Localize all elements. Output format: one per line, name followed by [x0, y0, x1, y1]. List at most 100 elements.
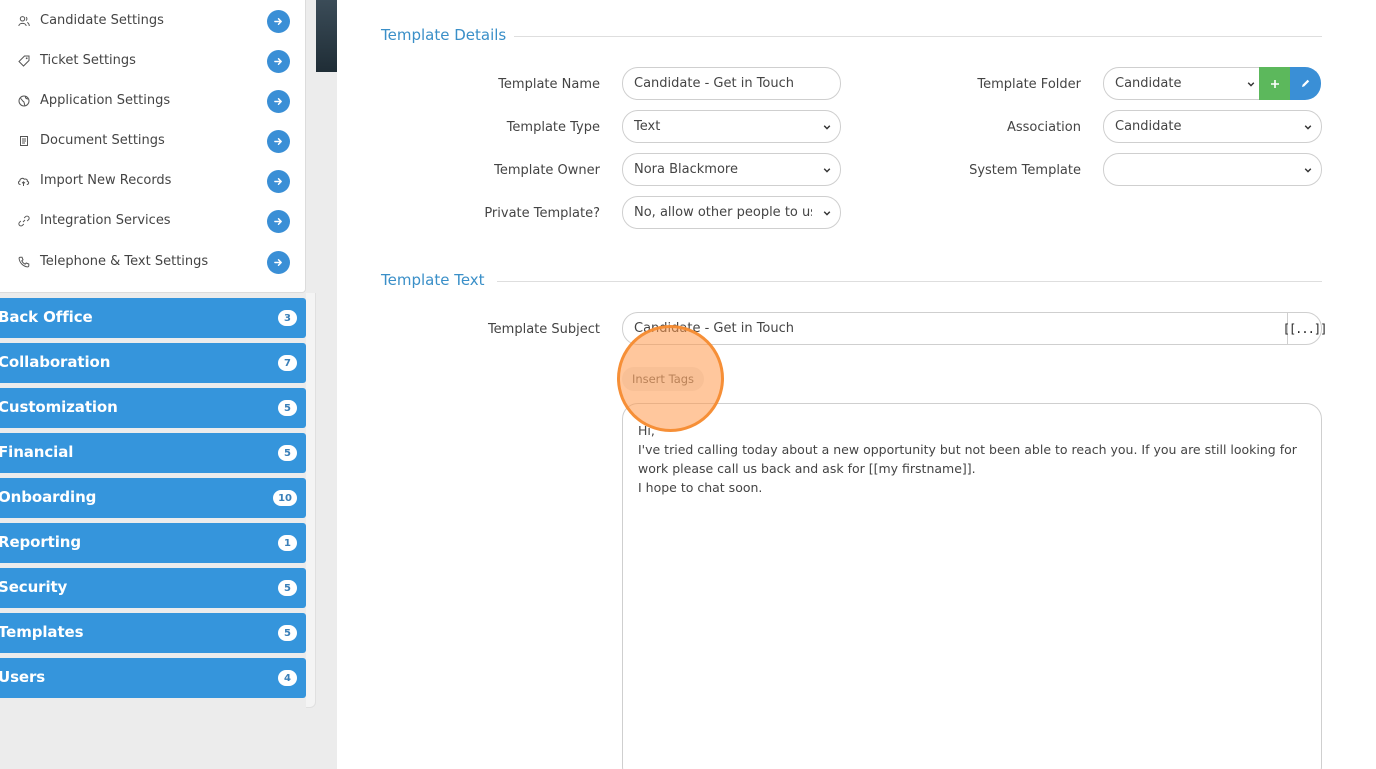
sidebar-item-import-new-records[interactable]: Import New Records: [0, 160, 306, 200]
association-value: Candidate: [1115, 119, 1182, 134]
body-line: Hi,: [638, 423, 655, 438]
template-type-select[interactable]: Text: [622, 110, 841, 143]
template-subject-value: Candidate - Get in Touch: [634, 321, 795, 336]
merge-tags-button[interactable]: [[...]]: [1283, 313, 1327, 344]
sidebar-edge: [306, 293, 316, 708]
chevron-down-icon: [823, 168, 831, 173]
sidebar-category-templates[interactable]: Templates 5: [0, 613, 306, 653]
sidebar-item-ticket-settings[interactable]: Ticket Settings: [0, 40, 306, 80]
chevron-down-icon: [1304, 125, 1312, 130]
category-label: Financial: [0, 443, 74, 461]
arrow-right-icon[interactable]: [267, 251, 290, 274]
count-badge: 3: [278, 310, 297, 326]
private-template-label: Private Template?: [484, 206, 600, 221]
globe-icon: [17, 94, 30, 107]
template-type-value: Text: [634, 119, 661, 134]
insert-tags-button[interactable]: Insert Tags: [622, 367, 704, 391]
users-icon: [17, 14, 30, 27]
sidebar-item-integration-services[interactable]: Integration Services: [0, 200, 306, 240]
sidebar-category-security[interactable]: Security 5: [0, 568, 306, 608]
settings-list: Candidate Settings Ticket Settings Appli…: [0, 0, 306, 293]
section-divider: [497, 281, 1322, 282]
category-label: Users: [0, 668, 46, 686]
count-badge: 5: [278, 625, 297, 641]
sidebar-item-candidate-settings[interactable]: Candidate Settings: [0, 0, 306, 40]
template-type-label: Template Type: [506, 120, 600, 135]
association-select[interactable]: Candidate: [1103, 110, 1322, 143]
sidebar-item-label: Telephone & Text Settings: [40, 253, 209, 269]
sidebar-item-label: Import New Records: [40, 172, 172, 188]
chevron-down-icon: [823, 211, 831, 216]
sidebar-category-customization[interactable]: Customization 5: [0, 388, 306, 428]
section-title-template-details: Template Details: [381, 26, 507, 44]
template-folder-label: Template Folder: [977, 77, 1081, 92]
chevron-down-icon: [823, 125, 831, 130]
arrow-right-icon[interactable]: [267, 170, 290, 193]
sidebar-category-back-office[interactable]: Back Office 3: [0, 298, 306, 338]
template-owner-label: Template Owner: [494, 163, 600, 178]
sidebar-item-document-settings[interactable]: Document Settings: [0, 120, 306, 160]
category-label: Templates: [0, 623, 84, 641]
arrow-right-icon[interactable]: [267, 50, 290, 73]
count-badge: 4: [278, 670, 297, 686]
document-icon: [17, 134, 30, 147]
header-image-strip: [316, 0, 337, 72]
arrow-right-icon[interactable]: [267, 10, 290, 33]
system-template-select[interactable]: [1103, 153, 1322, 186]
template-folder-select[interactable]: Candidate: [1103, 67, 1261, 100]
private-template-value: No, allow other people to use: [634, 205, 812, 220]
edit-folder-button[interactable]: [1290, 67, 1321, 100]
chevron-down-icon: [1304, 168, 1312, 173]
template-name-input[interactable]: Candidate - Get in Touch: [622, 67, 841, 100]
template-owner-value: Nora Blackmore: [634, 162, 738, 177]
sidebar-category-reporting[interactable]: Reporting 1: [0, 523, 306, 563]
sidebar-item-label: Candidate Settings: [40, 12, 164, 28]
sidebar-category-onboarding[interactable]: Onboarding 10: [0, 478, 306, 518]
category-label: Collaboration: [0, 353, 111, 371]
count-badge: 10: [273, 490, 297, 506]
add-folder-button[interactable]: [1259, 67, 1290, 100]
section-title-template-text: Template Text: [381, 271, 485, 289]
count-badge: 5: [278, 400, 297, 416]
arrow-right-icon[interactable]: [267, 130, 290, 153]
section-divider: [514, 36, 1322, 37]
tag-icon: [17, 54, 30, 67]
category-label: Reporting: [0, 533, 81, 551]
system-template-label: System Template: [969, 163, 1081, 178]
body-line: I hope to chat soon.: [638, 480, 763, 495]
category-label: Security: [0, 578, 68, 596]
sidebar-item-label: Application Settings: [40, 92, 171, 108]
link-icon: [17, 214, 30, 227]
category-label: Back Office: [0, 308, 93, 326]
template-owner-select[interactable]: Nora Blackmore: [622, 153, 841, 186]
sidebar-category-collaboration[interactable]: Collaboration 7: [0, 343, 306, 383]
category-label: Customization: [0, 398, 118, 416]
body-line: work please call us back and ask for [[m…: [638, 461, 976, 476]
sidebar-category-users[interactable]: Users 4: [0, 658, 306, 698]
sidebar-item-label: Integration Services: [40, 212, 171, 228]
arrow-right-icon[interactable]: [267, 210, 290, 233]
pencil-icon: [1302, 79, 1310, 87]
private-template-select[interactable]: No, allow other people to use: [622, 196, 841, 229]
sidebar-item-application-settings[interactable]: Application Settings: [0, 80, 306, 120]
sidebar-category-financial[interactable]: Financial 5: [0, 433, 306, 473]
sidebar-item-telephone-text-settings[interactable]: Telephone & Text Settings: [0, 241, 306, 281]
template-subject-label: Template Subject: [487, 322, 600, 337]
sidebar-item-label: Document Settings: [40, 132, 165, 148]
sidebar: Candidate Settings Ticket Settings Appli…: [0, 0, 316, 708]
template-body-editor[interactable]: Hi, I've tried calling today about a new…: [622, 403, 1322, 769]
cloud-upload-icon: [17, 174, 30, 187]
template-subject-input[interactable]: Candidate - Get in Touch [[...]]: [622, 312, 1327, 345]
phone-icon: [17, 255, 30, 268]
association-label: Association: [1006, 120, 1081, 135]
count-badge: 5: [278, 580, 297, 596]
arrow-right-icon[interactable]: [267, 90, 290, 113]
plus-icon: [1270, 79, 1279, 88]
sidebar-item-label: Ticket Settings: [40, 52, 136, 68]
chevron-down-icon: [1247, 82, 1255, 87]
count-badge: 7: [278, 355, 297, 371]
template-name-label: Template Name: [498, 77, 600, 92]
category-label: Onboarding: [0, 488, 97, 506]
template-folder-value: Candidate: [1115, 76, 1182, 91]
count-badge: 1: [278, 535, 297, 551]
